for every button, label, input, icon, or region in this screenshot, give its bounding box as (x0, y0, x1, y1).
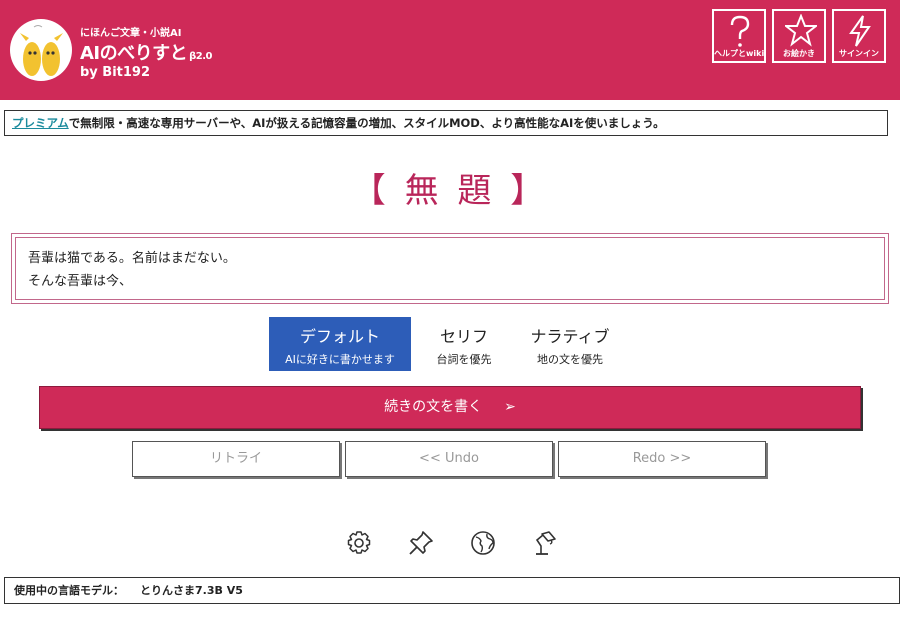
mode-narrative-desc: 地の文を優先 (537, 353, 603, 366)
arrow-icon: ➢ (504, 399, 516, 415)
mode-dialogue-title: セリフ (439, 327, 488, 346)
mode-dialogue-desc: 台詞を優先 (436, 353, 492, 366)
mode-dialogue-button[interactable]: セリフ 台詞を優先 (420, 317, 508, 371)
story-editor[interactable]: 吾輩は猫である。名前はまだない。 そんな吾輩は今、 (11, 233, 889, 304)
app-header: にほんご文章・小説AI AIのべりすと β2.0 by Bit192 ヘルプとwi… (0, 0, 900, 100)
story-line: 吾輩は猫である。名前はまだない。 (28, 251, 236, 266)
lamp-icon[interactable] (531, 529, 559, 557)
pin-icon[interactable] (407, 529, 435, 557)
star-icon (785, 14, 817, 47)
document-title[interactable]: 【 無 題 】 (0, 163, 900, 212)
continue-writing-label: 続きの文を書く (384, 399, 483, 415)
brand-title[interactable]: AIのべりすと β2.0 (80, 39, 213, 65)
drawing-label: お絵かき (783, 49, 815, 58)
premium-banner-text: で無制限・高速な専用サーバーや、AIが扱える記憶容量の増加、スタイルMOD、より… (68, 116, 665, 130)
mode-narrative-title: ナラティブ (530, 327, 610, 346)
model-label: 使用中の言語モデル： (14, 584, 124, 597)
retry-button[interactable]: リトライ (132, 441, 340, 477)
globe-icon[interactable] (469, 529, 497, 557)
question-icon (730, 15, 750, 47)
premium-link[interactable]: プレミアム (12, 116, 69, 130)
logo[interactable] (10, 19, 72, 81)
gear-icon[interactable] (345, 529, 373, 557)
story-text[interactable]: 吾輩は猫である。名前はまだない。 そんな吾輩は今、 (15, 237, 885, 300)
mode-default-desc: AIに好きに書かせます (285, 353, 395, 366)
undo-button[interactable]: << Undo (345, 441, 553, 477)
signin-label: サインイン (839, 49, 879, 58)
redo-button[interactable]: Redo >> (558, 441, 766, 477)
drawing-button[interactable]: お絵かき (772, 9, 826, 63)
model-status-bar: 使用中の言語モデル： とりんさま7.3B V5 (4, 577, 900, 604)
help-wiki-label: ヘルプとwiki (714, 49, 765, 58)
premium-banner: プレミアムで無制限・高速な専用サーバーや、AIが扱える記憶容量の増加、スタイルM… (4, 110, 888, 136)
brand-subtitle: にほんご文章・小説AI (80, 28, 182, 39)
continue-writing-button[interactable]: 続きの文を書く ➢ (39, 386, 861, 429)
mode-default-button[interactable]: デフォルト AIに好きに書かせます (269, 317, 411, 371)
lightning-icon (849, 15, 871, 47)
model-value[interactable]: とりんさま7.3B V5 (140, 584, 243, 597)
mode-narrative-button[interactable]: ナラティブ 地の文を優先 (516, 317, 624, 371)
brand-title-text: AIのべりすと (80, 43, 188, 64)
help-wiki-button[interactable]: ヘルプとwiki (712, 9, 766, 63)
brand-by: by Bit192 (80, 65, 151, 80)
brand-beta: β2.0 (189, 51, 213, 62)
story-line: そんな吾輩は今、 (28, 274, 133, 289)
signin-button[interactable]: サインイン (832, 9, 886, 63)
mode-default-title: デフォルト (299, 327, 380, 346)
